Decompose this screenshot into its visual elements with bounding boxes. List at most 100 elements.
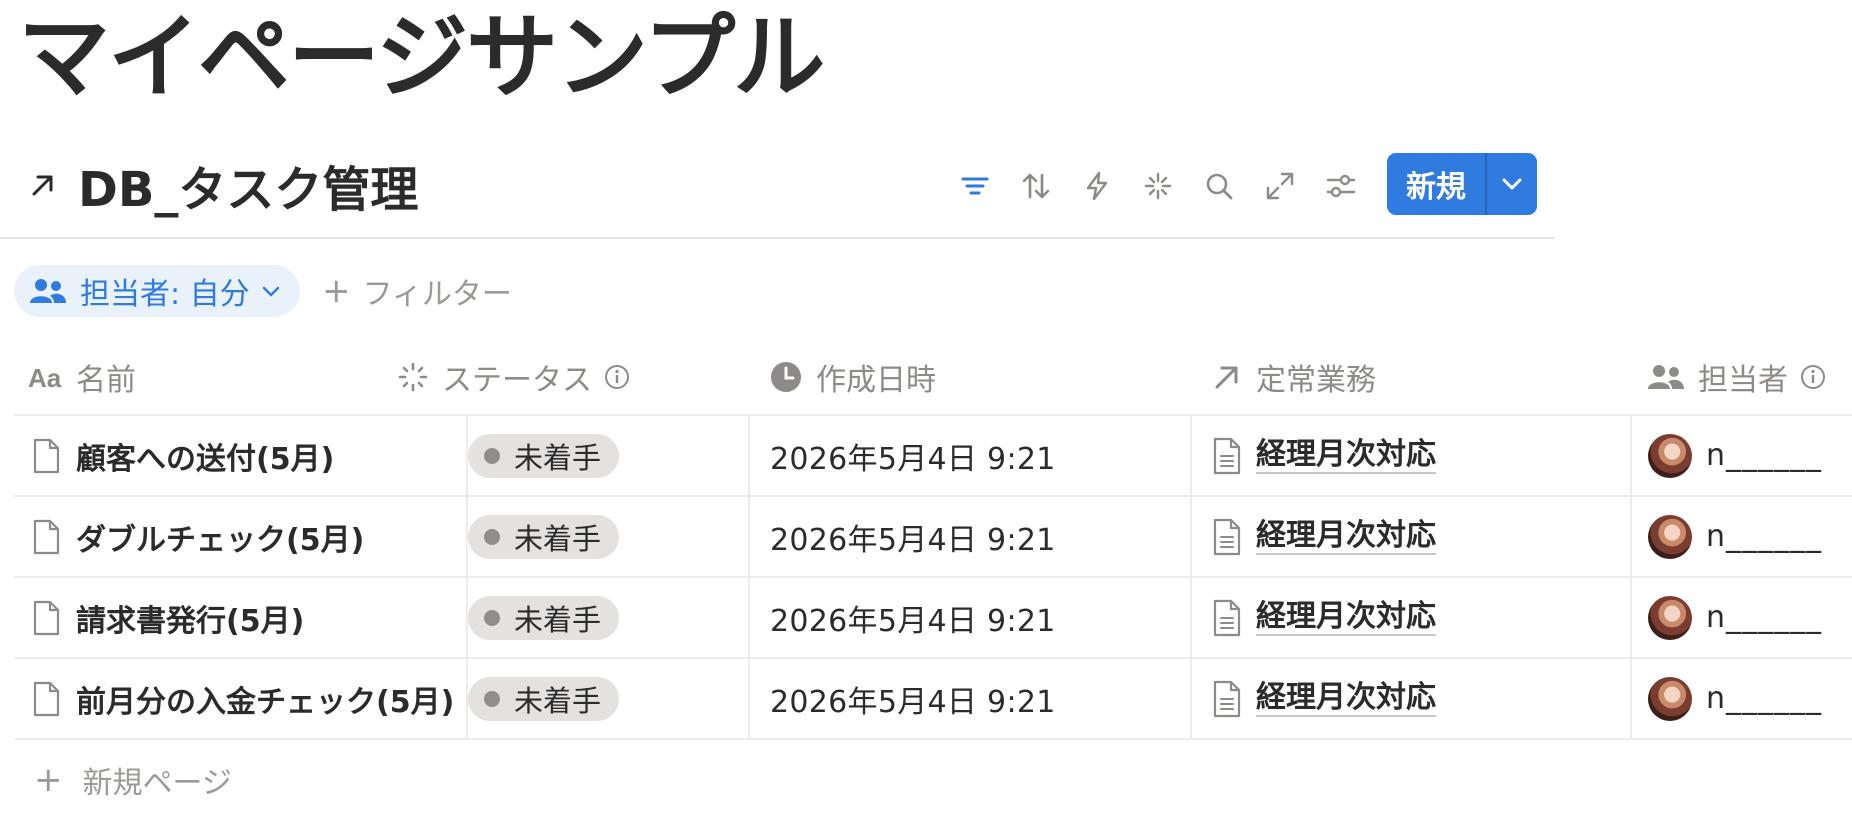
expand-icon[interactable] (1260, 166, 1300, 206)
filter-icon[interactable] (955, 166, 995, 206)
status-text: 未着手 (514, 602, 602, 637)
table-row[interactable]: 顧客への送付(5月) 未着手 2026年5月4日 9:21 経理月次対応 n__… (14, 416, 1852, 497)
page-doc-icon (1212, 599, 1242, 637)
divider (0, 237, 1554, 239)
routine-cell[interactable]: 経理月次対応 (1212, 416, 1632, 495)
name-cell[interactable]: ダブルチェック(5月) (14, 497, 464, 576)
routine-cell[interactable]: 経理月次対応 (1212, 497, 1632, 576)
status-badge: 未着手 (468, 676, 620, 721)
task-name: 請求書発行(5月) (76, 603, 305, 639)
link-arrow-icon[interactable] (28, 168, 62, 202)
column-divider (748, 578, 750, 659)
page-title: マイページサンプル (18, 4, 825, 111)
relation-arrow-icon (1212, 362, 1242, 392)
new-page-button[interactable]: + 新規ページ (34, 758, 232, 802)
column-divider (1190, 578, 1192, 659)
column-divider (1190, 497, 1192, 578)
status-text: 未着手 (514, 683, 602, 718)
sort-icon[interactable] (1016, 166, 1056, 206)
page-doc-icon (1212, 518, 1242, 556)
table-row[interactable]: 請求書発行(5月) 未着手 2026年5月4日 9:21 経理月次対応 n___… (14, 578, 1852, 659)
name-cell[interactable]: 顧客への送付(5月) (14, 416, 464, 495)
status-badge: 未着手 (468, 595, 620, 640)
created-cell: 2026年5月4日 9:21 (770, 497, 1200, 576)
routine-link[interactable]: 経理月次対応 (1256, 680, 1436, 717)
avatar (1648, 595, 1692, 640)
status-cell[interactable]: 未着手 (468, 659, 748, 738)
settings-sliders-icon[interactable] (1321, 166, 1361, 206)
new-button[interactable]: 新規 (1387, 153, 1537, 215)
assignee-cell[interactable]: n______ (1648, 497, 1852, 576)
created-date: 2026年5月4日 9:21 (770, 522, 1056, 558)
status-dot (484, 690, 500, 707)
column-divider (748, 497, 750, 578)
column-divider (748, 416, 750, 497)
column-header-assignee[interactable]: 担当者 (1648, 340, 1826, 414)
clock-icon (770, 361, 802, 393)
table-body: 顧客への送付(5月) 未着手 2026年5月4日 9:21 経理月次対応 n__… (14, 416, 1852, 740)
assignee-cell[interactable]: n______ (1648, 416, 1852, 495)
assignee-filter-chip[interactable]: 担当者: 自分 (14, 265, 300, 317)
task-name: 前月分の入金チェック(5月) (76, 684, 455, 720)
assignee-name: n______ (1706, 681, 1823, 716)
assignee-name: n______ (1706, 519, 1823, 554)
search-icon[interactable] (1199, 166, 1239, 206)
ai-sparkle-icon[interactable] (1138, 166, 1178, 206)
status-dot (484, 528, 500, 545)
status-badge: 未着手 (468, 514, 620, 559)
assignee-cell[interactable]: n______ (1648, 659, 1852, 738)
automation-bolt-icon[interactable] (1077, 166, 1117, 206)
task-name: ダブルチェック(5月) (76, 522, 365, 558)
add-filter-label: フィルター (362, 277, 512, 312)
name-cell[interactable]: 請求書発行(5月) (14, 578, 464, 657)
table-row[interactable]: ダブルチェック(5月) 未着手 2026年5月4日 9:21 経理月次対応 n_… (14, 497, 1852, 578)
new-page-label: 新規ページ (82, 766, 232, 801)
name-cell[interactable]: 前月分の入金チェック(5月) (14, 659, 464, 738)
routine-cell[interactable]: 経理月次対応 (1212, 578, 1632, 657)
plus-icon: + (322, 271, 351, 311)
people-icon (30, 277, 66, 305)
created-date: 2026年5月4日 9:21 (770, 684, 1056, 720)
database-toolbar (955, 156, 1382, 216)
assignee-name: n______ (1706, 438, 1823, 473)
avatar (1648, 433, 1692, 478)
plus-icon: + (34, 760, 63, 800)
database-title[interactable]: DB_タスク管理 (78, 150, 418, 220)
column-header-routine[interactable]: 定常業務 (1212, 340, 1376, 414)
routine-link[interactable]: 経理月次対応 (1256, 518, 1436, 555)
info-icon[interactable] (1800, 364, 1826, 390)
avatar (1648, 676, 1692, 721)
status-badge: 未着手 (468, 433, 620, 478)
routine-cell[interactable]: 経理月次対応 (1212, 659, 1632, 738)
page-doc-icon (32, 600, 60, 636)
status-spinner-icon (398, 362, 428, 392)
page-doc-icon (32, 519, 60, 555)
routine-link[interactable]: 経理月次対応 (1256, 437, 1436, 474)
created-cell: 2026年5月4日 9:21 (770, 659, 1200, 738)
task-name: 顧客への送付(5月) (76, 441, 335, 477)
column-divider (748, 659, 750, 740)
filter-chip-label: 担当者: 自分 (80, 277, 250, 312)
column-divider (1630, 659, 1632, 740)
chevron-down-icon[interactable] (1487, 153, 1537, 215)
routine-link[interactable]: 経理月次対応 (1256, 599, 1436, 636)
page-doc-icon (1212, 437, 1242, 475)
new-button-label[interactable]: 新規 (1387, 153, 1487, 215)
column-divider (1630, 497, 1632, 578)
column-header-name[interactable]: Aa 名前 (28, 340, 136, 414)
status-cell[interactable]: 未着手 (468, 497, 748, 576)
people-icon (1648, 363, 1684, 391)
status-cell[interactable]: 未着手 (468, 416, 748, 495)
database-header: DB_タスク管理 (28, 150, 418, 220)
assignee-cell[interactable]: n______ (1648, 578, 1852, 657)
created-date: 2026年5月4日 9:21 (770, 441, 1056, 477)
table-row[interactable]: 前月分の入金チェック(5月) 未着手 2026年5月4日 9:21 経理月次対応… (14, 659, 1852, 740)
page-doc-icon (1212, 680, 1242, 718)
add-filter-button[interactable]: + フィルター (322, 265, 512, 317)
assignee-name: n______ (1706, 600, 1823, 635)
column-header-status[interactable]: ステータス (398, 340, 630, 414)
status-cell[interactable]: 未着手 (468, 578, 748, 657)
chevron-down-icon (260, 280, 282, 302)
column-header-created[interactable]: 作成日時 (770, 340, 936, 414)
info-icon[interactable] (604, 364, 630, 390)
